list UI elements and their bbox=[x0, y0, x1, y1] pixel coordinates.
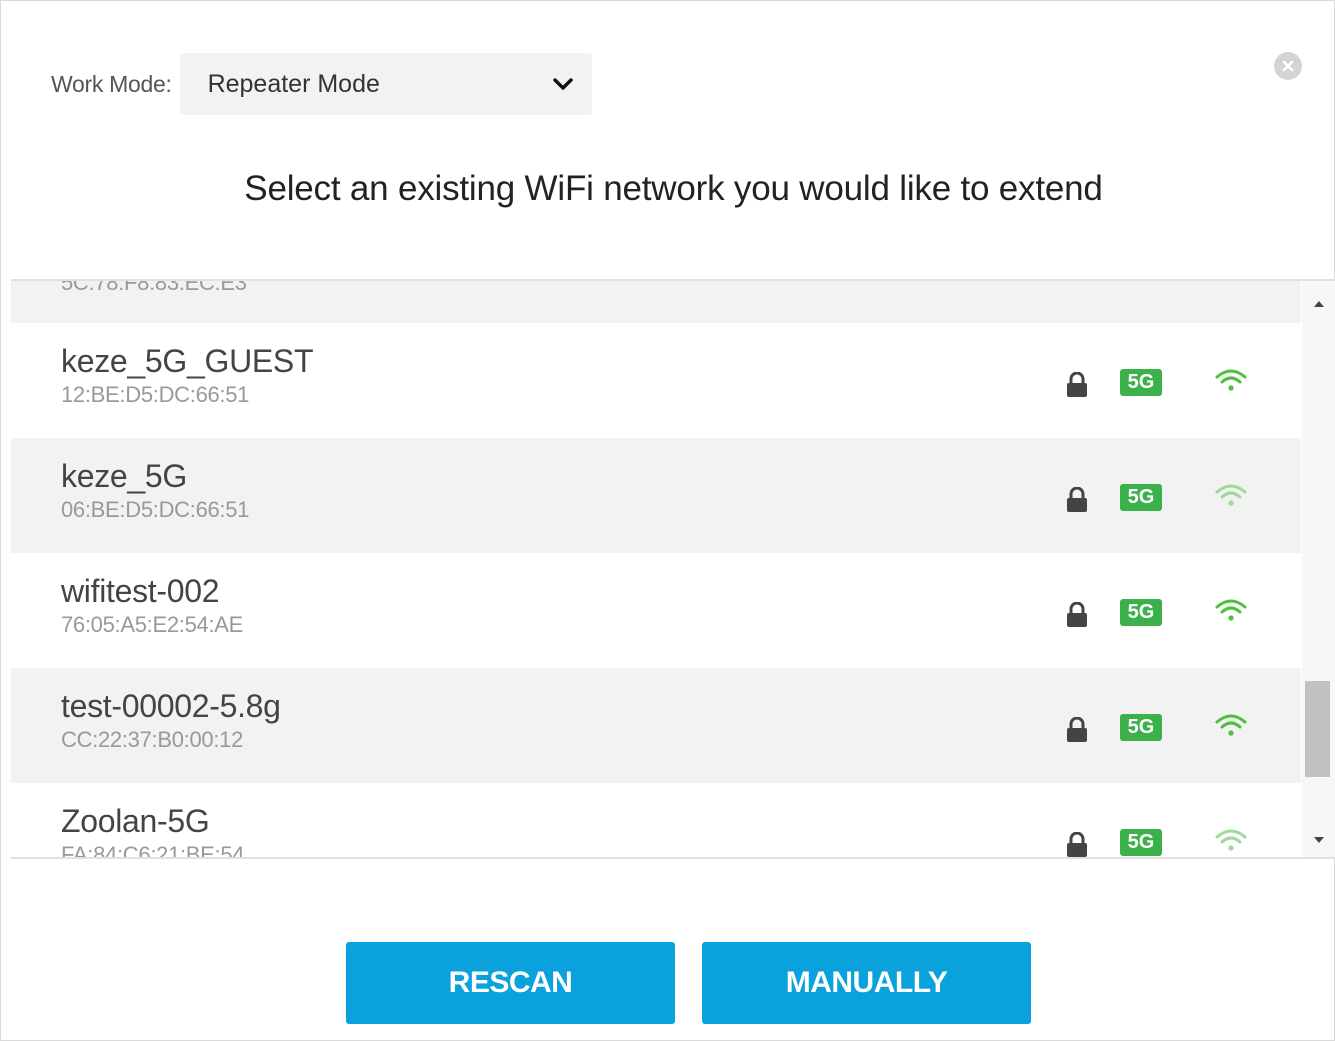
lock-icon bbox=[1065, 371, 1089, 403]
network-bssid: FA:84:C6:21:BE:54 bbox=[61, 842, 245, 859]
scrollbar-thumb[interactable] bbox=[1305, 681, 1330, 777]
work-mode-label: Work Mode: bbox=[51, 70, 172, 97]
band-5g-badge: 5G bbox=[1120, 714, 1162, 741]
manually-button[interactable]: MANUALLY bbox=[702, 942, 1031, 1024]
scroll-down-arrow-icon[interactable] bbox=[1302, 825, 1335, 855]
network-ssid: test-00002-5.8g bbox=[61, 688, 281, 724]
close-icon[interactable] bbox=[1274, 52, 1302, 80]
lock-icon bbox=[1065, 716, 1089, 748]
network-ssid: keze_5G_GUEST bbox=[61, 343, 314, 379]
lock-icon bbox=[1065, 601, 1089, 633]
network-list-container: 5C:78:F8:83:EC:E3 keze_5G_GUEST 12:BE:D5… bbox=[11, 279, 1335, 859]
chevron-down-icon bbox=[552, 73, 574, 95]
wifi-signal-icon bbox=[1214, 828, 1248, 857]
page-title: Select an existing WiFi network you woul… bbox=[244, 169, 1103, 208]
list-item[interactable]: keze_5G 06:BE:D5:DC:66:51 5G bbox=[11, 438, 1301, 553]
work-mode-select[interactable]: Repeater Mode bbox=[179, 53, 592, 115]
network-bssid: 06:BE:D5:DC:66:51 bbox=[61, 497, 250, 522]
network-ssid: wifitest-002 bbox=[61, 573, 220, 609]
lock-icon bbox=[1065, 831, 1089, 857]
scroll-up-arrow-icon[interactable] bbox=[1302, 289, 1335, 319]
band-5g-badge: 5G bbox=[1120, 369, 1162, 396]
network-bssid: 76:05:A5:E2:54:AE bbox=[61, 612, 244, 637]
list-item[interactable]: test-00002-5.8g CC:22:37:B0:00:12 5G bbox=[11, 668, 1301, 783]
band-5g-badge: 5G bbox=[1120, 829, 1162, 856]
list-item[interactable]: 5C:78:F8:83:EC:E3 bbox=[11, 281, 1301, 323]
work-mode-row: Work Mode: Repeater Mode bbox=[51, 53, 592, 115]
lock-icon bbox=[1065, 486, 1089, 518]
list-item[interactable]: Zoolan-5G FA:84:C6:21:BE:54 5G bbox=[11, 783, 1301, 859]
wifi-signal-icon bbox=[1214, 598, 1248, 629]
rescan-button[interactable]: RESCAN bbox=[346, 942, 675, 1024]
band-5g-badge: 5G bbox=[1120, 599, 1162, 626]
wifi-signal-icon bbox=[1214, 713, 1248, 744]
list-item[interactable]: wifitest-002 76:05:A5:E2:54:AE 5G bbox=[11, 553, 1301, 668]
network-list: 5C:78:F8:83:EC:E3 keze_5G_GUEST 12:BE:D5… bbox=[11, 281, 1301, 859]
network-bssid: CC:22:37:B0:00:12 bbox=[61, 727, 244, 752]
network-ssid: Zoolan-5G bbox=[61, 803, 210, 839]
network-bssid: 12:BE:D5:DC:66:51 bbox=[61, 382, 250, 407]
work-mode-select-value: Repeater Mode bbox=[207, 69, 380, 98]
wifi-extend-dialog: Work Mode: Repeater Mode Select an exist… bbox=[0, 0, 1335, 1041]
wifi-signal-icon bbox=[1214, 483, 1248, 514]
network-ssid: keze_5G bbox=[61, 458, 187, 494]
list-scrollbar[interactable] bbox=[1302, 281, 1335, 857]
list-item[interactable]: keze_5G_GUEST 12:BE:D5:DC:66:51 5G bbox=[11, 323, 1301, 438]
band-5g-badge: 5G bbox=[1120, 484, 1162, 511]
network-bssid: 5C:78:F8:83:EC:E3 bbox=[61, 281, 247, 295]
wifi-signal-icon bbox=[1214, 368, 1248, 399]
